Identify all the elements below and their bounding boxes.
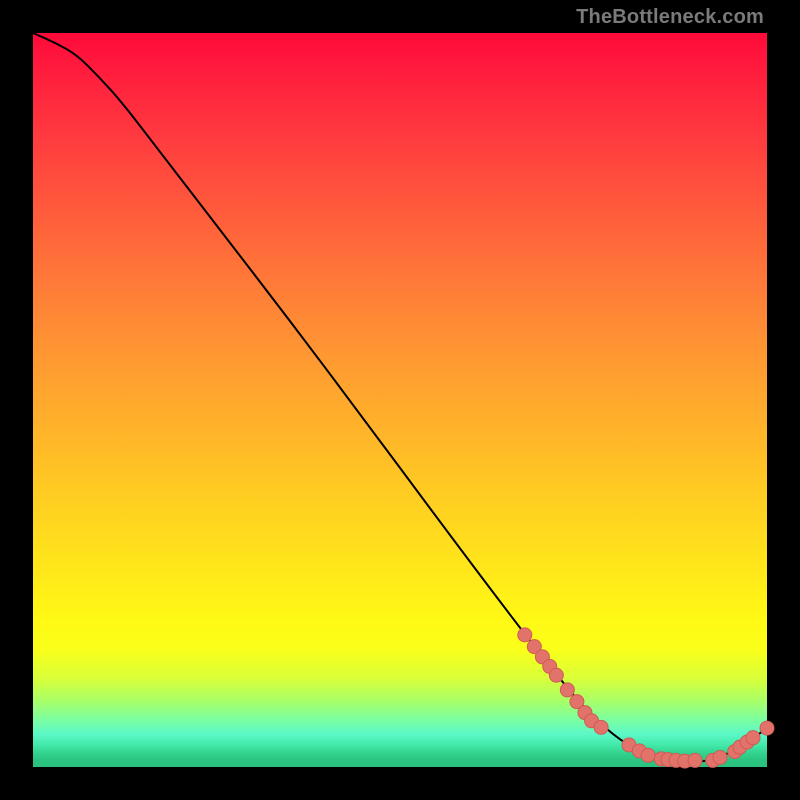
- scatter-dot: [549, 668, 563, 682]
- scatter-dots-group: [518, 628, 774, 768]
- scatter-dot: [760, 721, 774, 735]
- chart-frame: TheBottleneck.com: [0, 0, 800, 800]
- scatter-dot: [594, 720, 608, 734]
- watermark-text: TheBottleneck.com: [576, 6, 764, 29]
- scatter-dot: [746, 731, 760, 745]
- scatter-dot: [641, 748, 655, 762]
- plot-area: [33, 33, 767, 767]
- scatter-dot: [518, 628, 532, 642]
- scatter-dot: [688, 753, 702, 767]
- chart-svg: [33, 33, 767, 767]
- scatter-dot: [560, 683, 574, 697]
- scatter-dot: [713, 750, 727, 764]
- bottleneck-curve: [33, 33, 767, 762]
